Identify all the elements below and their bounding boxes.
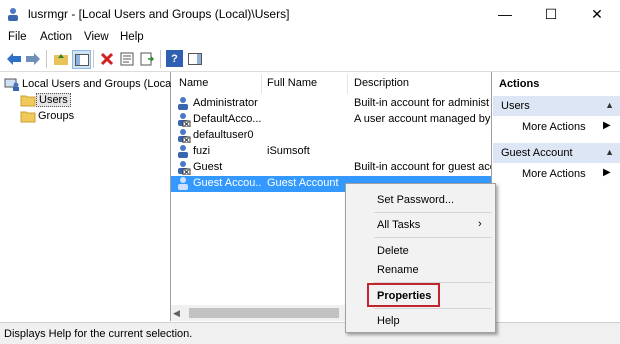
- tree-root-label: Local Users and Groups (Local): [22, 78, 178, 90]
- properties-highlight-box: [367, 283, 440, 307]
- menu-action[interactable]: Action: [40, 31, 72, 43]
- cell-name: fuzi: [193, 145, 211, 157]
- cell-full-name: Guest Account: [267, 177, 339, 189]
- menu-file[interactable]: File: [8, 31, 27, 43]
- menu-help[interactable]: Help: [120, 31, 144, 43]
- user-icon: [176, 144, 191, 159]
- menu-item-all-tasks[interactable]: All Tasks: [377, 219, 420, 231]
- actions-header: Actions: [499, 78, 540, 90]
- table-row[interactable]: Guest Built-in account for guest acc: [171, 160, 491, 176]
- cell-name: defaultuser0: [193, 129, 254, 141]
- tree-item-users-label: Users: [36, 93, 71, 107]
- close-button[interactable]: ✕: [574, 0, 620, 28]
- tree-item-groups-label: Groups: [38, 110, 75, 122]
- actions-pane: Actions Users ▲ More Actions ▶ Guest Acc…: [493, 72, 620, 321]
- column-header-full-name[interactable]: Full Name: [267, 77, 317, 93]
- actions-section-guest-account[interactable]: Guest Account ▲: [493, 143, 620, 163]
- cell-description: Built-in account for administ: [354, 97, 490, 109]
- cell-full-name: iSumsoft: [267, 145, 310, 157]
- tree-pane: Local Users and Groups (Local) Users Gro…: [0, 72, 177, 321]
- tree-root[interactable]: Local Users and Groups (Local): [4, 76, 179, 92]
- menu-item-delete[interactable]: Delete: [377, 245, 409, 257]
- table-row[interactable]: defaultuser0: [171, 128, 491, 144]
- user-icon: [176, 112, 191, 128]
- user-icon: [176, 176, 191, 191]
- scrollbar-thumb[interactable]: [189, 308, 339, 318]
- window-title: lusrmgr - [Local Users and Groups (Local…: [28, 7, 290, 21]
- menu-view[interactable]: View: [84, 31, 109, 43]
- tree-item-users[interactable]: Users: [20, 92, 71, 108]
- column-header-name[interactable]: Name: [179, 77, 208, 93]
- user-icon: [176, 96, 191, 111]
- toolbar: ?: [0, 47, 620, 72]
- cell-name: Guest: [193, 161, 223, 173]
- actions-section-users[interactable]: Users ▲: [493, 96, 620, 116]
- cell-name: Administrator: [193, 97, 258, 109]
- minimize-button[interactable]: —: [482, 0, 528, 28]
- export-list-icon[interactable]: [138, 50, 155, 67]
- submenu-arrow-icon: ›: [478, 218, 482, 230]
- table-row[interactable]: Administrator Built-in account for admin…: [171, 96, 491, 112]
- menu-item-rename[interactable]: Rename: [377, 264, 419, 276]
- delete-icon[interactable]: [98, 50, 115, 67]
- actions-section-title: Users: [501, 100, 530, 112]
- folder-icon: [20, 94, 36, 107]
- computer-users-icon: [4, 77, 20, 91]
- chevron-right-icon: ▶: [603, 167, 611, 178]
- action-pane-icon[interactable]: [186, 50, 203, 67]
- more-actions-label: More Actions: [522, 121, 586, 133]
- context-menu: Set Password... All Tasks › Delete Renam…: [345, 183, 496, 333]
- actions-section-title: Guest Account: [501, 147, 573, 159]
- user-icon: [176, 128, 191, 144]
- collapse-up-icon[interactable]: ▲: [605, 100, 614, 110]
- table-row[interactable]: fuzi iSumsoft: [171, 144, 491, 160]
- folder-icon: [20, 110, 36, 123]
- back-icon[interactable]: [5, 50, 22, 67]
- users-app-icon: [6, 7, 20, 21]
- more-actions-users[interactable]: More Actions ▶: [493, 119, 620, 137]
- cell-description: A user account managed by t: [354, 113, 491, 125]
- show-hide-tree-icon[interactable]: [72, 50, 91, 69]
- chevron-right-icon: ▶: [603, 120, 611, 131]
- cell-description: Built-in account for guest acc: [354, 161, 491, 173]
- cell-name: Guest Accou...: [193, 177, 261, 189]
- status-text: Displays Help for the current selection.: [4, 328, 193, 340]
- column-header-description[interactable]: Description: [354, 77, 409, 93]
- user-icon: [176, 160, 191, 176]
- more-actions-label: More Actions: [522, 168, 586, 180]
- help-icon[interactable]: ?: [166, 50, 183, 67]
- menu-bar: File Action View Help: [0, 28, 620, 47]
- cell-name: DefaultAcco...: [193, 113, 261, 125]
- menu-item-set-password[interactable]: Set Password...: [377, 194, 454, 206]
- title-bar: lusrmgr - [Local Users and Groups (Local…: [0, 0, 620, 28]
- maximize-button[interactable]: ☐: [528, 0, 574, 28]
- collapse-up-icon[interactable]: ▲: [605, 147, 614, 157]
- more-actions-guest[interactable]: More Actions ▶: [493, 166, 620, 184]
- forward-icon[interactable]: [24, 50, 41, 67]
- up-folder-icon[interactable]: [52, 50, 69, 67]
- scroll-left-icon[interactable]: ◀: [173, 308, 180, 319]
- table-row[interactable]: DefaultAcco... A user account managed by…: [171, 112, 491, 128]
- tree-item-groups[interactable]: Groups: [20, 108, 76, 124]
- status-bar: Displays Help for the current selection.: [0, 322, 620, 344]
- properties-icon[interactable]: [118, 50, 135, 67]
- menu-item-help[interactable]: Help: [377, 315, 400, 327]
